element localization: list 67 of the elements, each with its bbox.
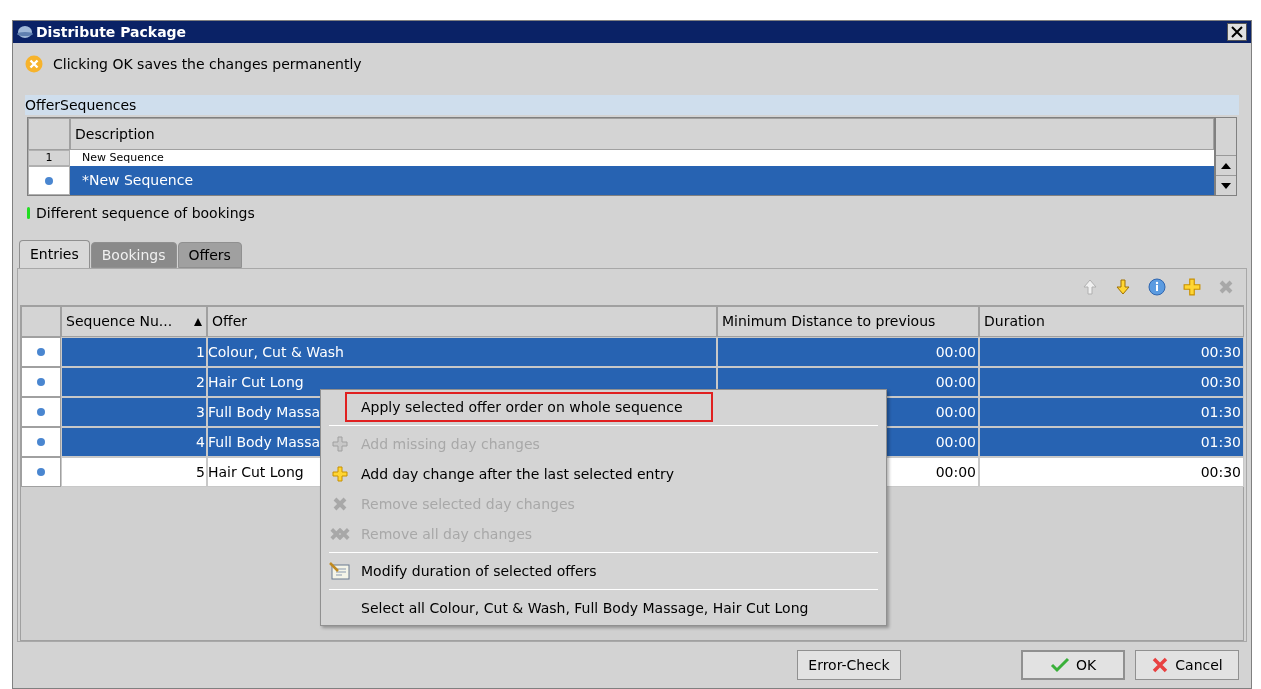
scrollbar[interactable] <box>1215 117 1237 196</box>
table-cell: 5 <box>61 457 207 487</box>
ok-button[interactable]: OK <box>1021 650 1125 680</box>
column-title: Sequence Nu... <box>66 312 173 331</box>
column-header[interactable]: Duration <box>979 306 1244 337</box>
row-marker-icon <box>45 176 53 185</box>
plus-icon <box>332 466 348 482</box>
notice-text: Clicking OK saves the changes permanently <box>53 54 362 74</box>
tab[interactable]: Entries <box>19 240 90 268</box>
table-cell: 01:30 <box>979 427 1244 457</box>
cancel-button[interactable]: Cancel <box>1135 650 1239 680</box>
column-title: Duration <box>984 312 1045 331</box>
table-cell: 00:30 <box>979 457 1244 487</box>
row-header[interactable] <box>28 166 70 195</box>
table-cell: 01:30 <box>979 397 1244 427</box>
globe-icon <box>17 25 33 39</box>
table-cell: New Sequence <box>82 152 164 164</box>
row-marker-icon <box>37 408 45 416</box>
menu-item[interactable]: Select all Colour, Cut & Wash, Full Body Massage, Hair Cut Long <box>323 593 884 623</box>
table-row[interactable]: *New Sequence <box>70 166 1214 195</box>
row-marker-icon <box>37 468 45 476</box>
section-header: OfferSequences <box>25 95 1239 115</box>
row-header[interactable]: 1 <box>28 150 70 166</box>
menu-item-label: Add day change after the last selected entry <box>360 464 675 484</box>
close-button[interactable] <box>1227 23 1247 41</box>
menu-item-label: Modify duration of selected offers <box>360 561 598 581</box>
table-cell: 1 <box>61 337 207 367</box>
error-check-button[interactable]: Error-Check <box>797 650 901 680</box>
column-header[interactable]: Offer <box>207 306 717 337</box>
warning-text: Different sequence of bookings <box>36 203 255 223</box>
column-header[interactable]: Description <box>70 118 1214 150</box>
warning-icon <box>25 55 43 73</box>
info-icon[interactable] <box>1148 278 1166 296</box>
double-cross-icon <box>329 526 351 542</box>
table-cell: 00:30 <box>979 367 1244 397</box>
close-icon <box>1231 26 1243 38</box>
column-title: Minimum Distance to previous <box>722 312 936 331</box>
row-number: 1 <box>45 152 53 164</box>
scroll-up-icon[interactable] <box>1221 162 1231 169</box>
exclamation-icon <box>27 207 30 219</box>
table-cell: 2 <box>61 367 207 397</box>
menu-item[interactable]: Modify duration of selected offers <box>323 556 884 586</box>
cross-icon <box>332 496 348 512</box>
plus-icon <box>332 436 348 452</box>
sort-ascending-icon[interactable] <box>194 317 202 326</box>
column-title: Offer <box>212 312 248 331</box>
table-cell: 00:00 <box>717 337 979 367</box>
window-title: Distribute Package <box>36 22 187 42</box>
row-marker-icon <box>37 348 45 356</box>
table-cell: 4 <box>61 427 207 457</box>
edit-icon <box>329 562 351 580</box>
table-cell: 3 <box>61 397 207 427</box>
scroll-down-icon[interactable] <box>1221 182 1231 189</box>
row-marker-icon <box>37 438 45 446</box>
menu-item-label: Select all Colour, Cut & Wash, Full Body Massage, Hair Cut Long <box>360 598 810 618</box>
checkmark-icon <box>1049 657 1070 673</box>
column-header[interactable]: Sequence Nu... <box>61 306 207 337</box>
header-cell <box>28 118 70 150</box>
menu-item-label: Apply selected offer order on whole sequence <box>345 392 713 422</box>
table-cell: Colour, Cut & Wash <box>207 337 717 367</box>
row-marker-icon <box>37 378 45 386</box>
table-row[interactable]: 1 Colour, Cut & Wash 00:00 00:30 <box>21 337 1243 367</box>
column-header[interactable]: Minimum Distance to previous <box>717 306 979 337</box>
table-cell: 00:30 <box>979 337 1244 367</box>
cross-icon <box>1151 657 1170 673</box>
table-cell-text: *New Sequence <box>82 171 194 190</box>
tab[interactable]: Offers <box>177 242 242 268</box>
